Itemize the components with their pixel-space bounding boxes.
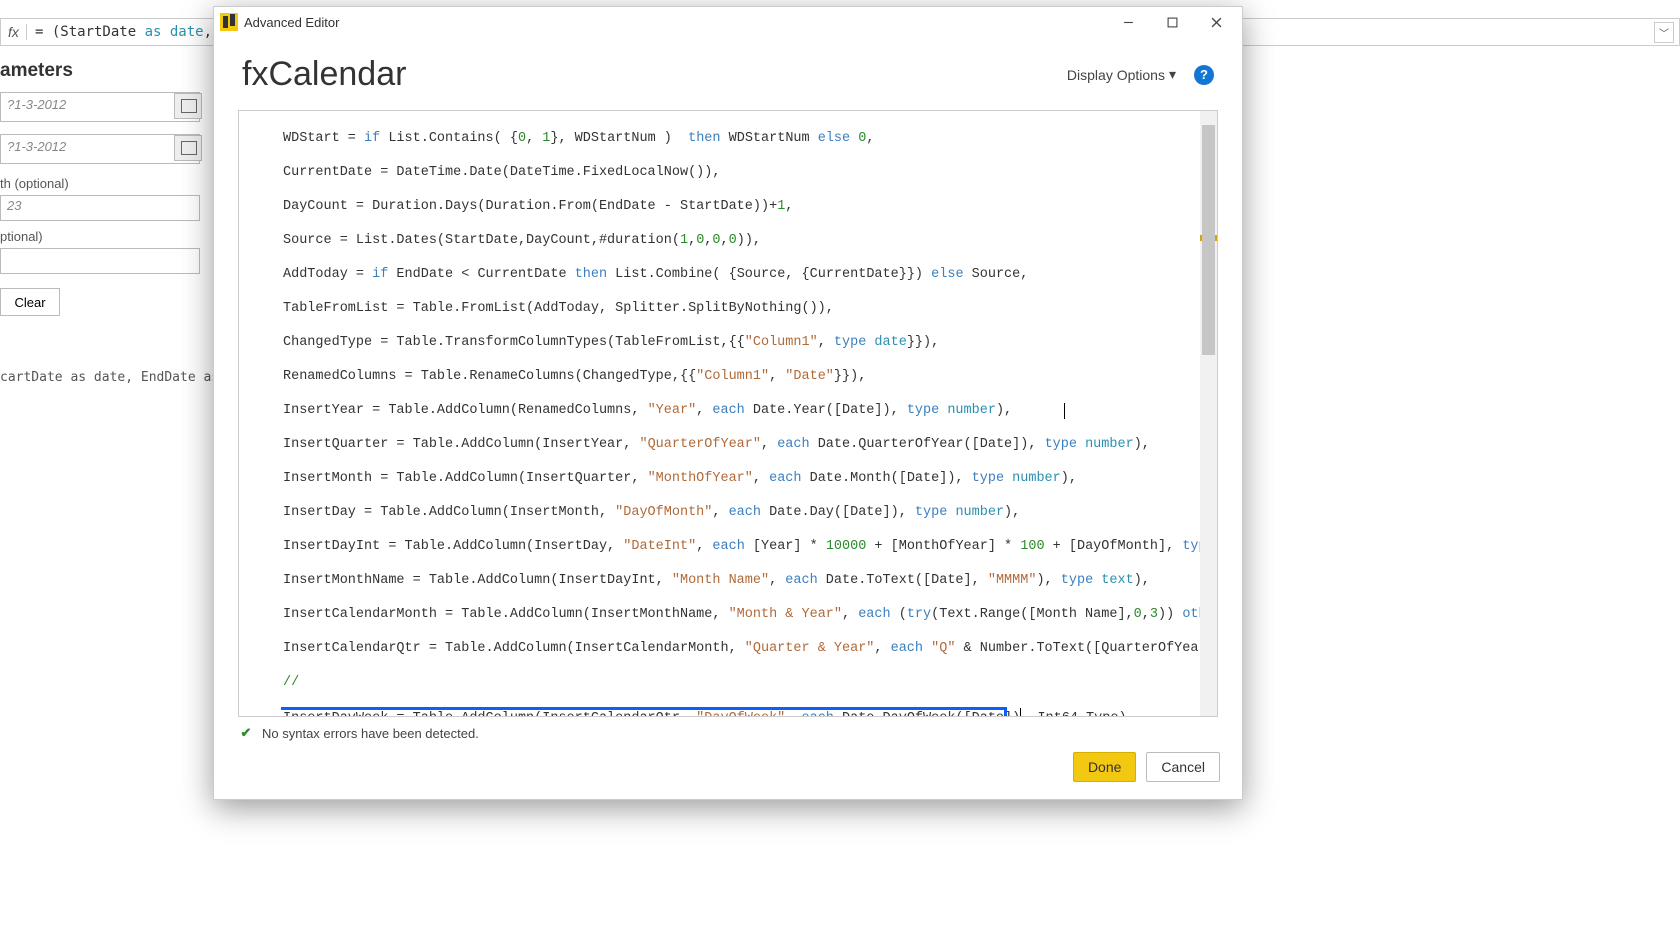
- display-options-dropdown[interactable]: Display Options ▾: [1067, 66, 1176, 83]
- calendar-icon[interactable]: [174, 93, 202, 119]
- startdate-input[interactable]: ?1-3-2012: [0, 92, 200, 122]
- window-title: Advanced Editor: [244, 15, 1106, 30]
- optional-label-1: th (optional): [0, 176, 210, 191]
- code-editor[interactable]: WDStart = if List.Contains( {0, 1}, WDSt…: [238, 110, 1218, 717]
- parameters-heading: ameters: [0, 54, 210, 92]
- dialog-footer: Done Cancel: [214, 745, 1242, 799]
- maximize-button[interactable]: [1150, 8, 1194, 36]
- optional-label-2: ptional): [0, 229, 210, 244]
- query-name: fxCalendar: [242, 55, 1067, 94]
- fx-icon: fx: [1, 24, 27, 40]
- function-signature-text: cartDate as date, EndDate as d: [0, 370, 235, 385]
- clear-button[interactable]: Clear: [0, 288, 60, 316]
- enddate-input[interactable]: ?1-3-2012: [0, 134, 200, 164]
- titlebar[interactable]: Advanced Editor: [214, 7, 1242, 37]
- done-button[interactable]: Done: [1073, 752, 1136, 782]
- formula-dropdown-icon[interactable]: ﹀: [1654, 22, 1674, 43]
- secondary-caret: [1064, 403, 1065, 419]
- code-content[interactable]: WDStart = if List.Contains( {0, 1}, WDSt…: [281, 111, 1217, 716]
- dialog-header: fxCalendar Display Options ▾ ?: [214, 37, 1242, 102]
- scroll-thumb[interactable]: [1202, 125, 1215, 355]
- powerbi-icon: [220, 13, 238, 31]
- chevron-down-icon: ▾: [1169, 66, 1176, 83]
- optional-input-2[interactable]: [0, 248, 200, 274]
- fystart-input[interactable]: 23: [0, 195, 200, 221]
- status-text: No syntax errors have been detected.: [262, 726, 479, 741]
- highlighted-line: InsertDayWeek = Table.AddColumn(InsertCa…: [281, 708, 1217, 716]
- line-gutter: [239, 111, 279, 716]
- calendar-icon[interactable]: [174, 135, 202, 161]
- minimize-button[interactable]: [1106, 8, 1150, 36]
- close-button[interactable]: [1194, 8, 1238, 36]
- help-button[interactable]: ?: [1194, 65, 1214, 85]
- vertical-scrollbar[interactable]: [1200, 111, 1217, 716]
- check-icon: ✔: [238, 725, 254, 741]
- syntax-status: ✔ No syntax errors have been detected.: [238, 721, 1218, 745]
- cancel-button[interactable]: Cancel: [1146, 752, 1220, 782]
- parameters-panel: ameters ?1-3-2012 ?1-3-2012 th (optional…: [0, 54, 210, 316]
- advanced-editor-dialog: Advanced Editor fxCalendar Display Optio…: [213, 6, 1243, 800]
